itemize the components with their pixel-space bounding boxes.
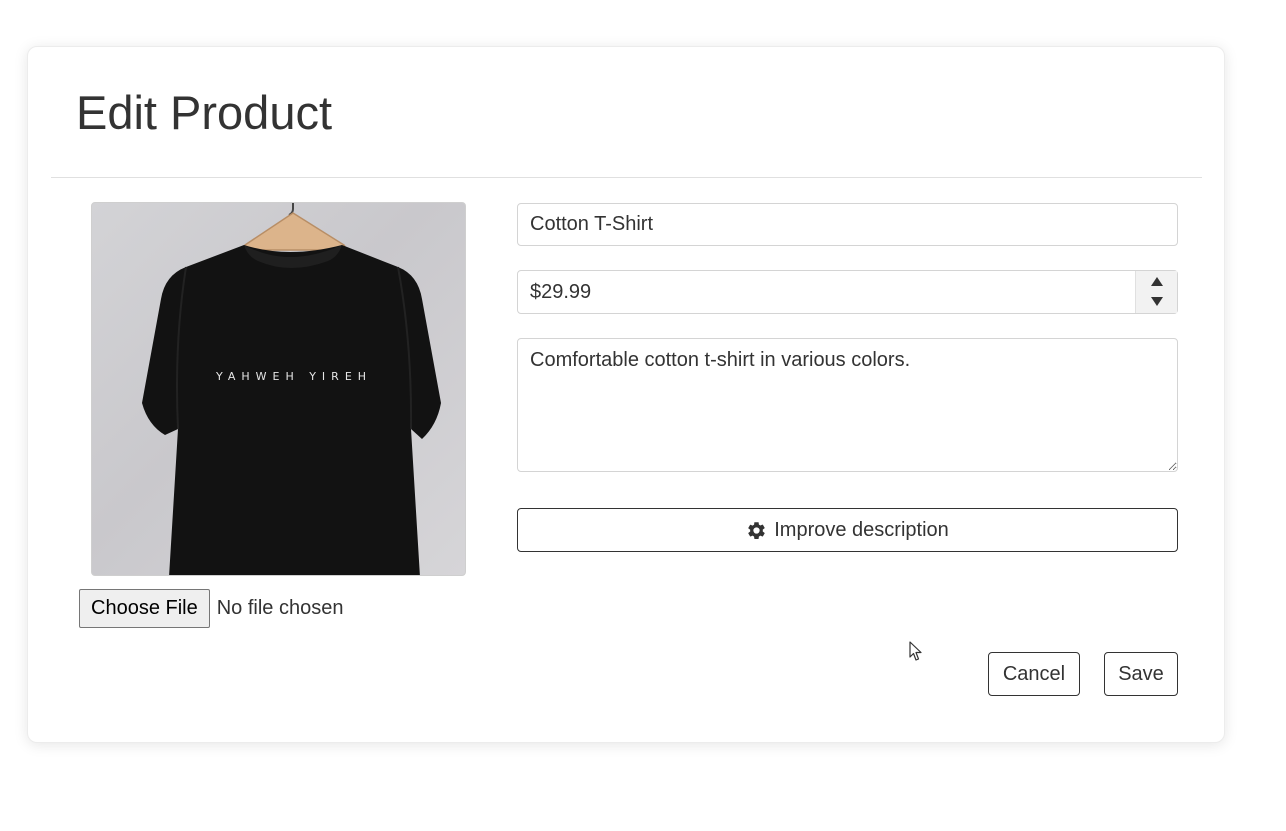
product-name-input[interactable] — [517, 203, 1178, 246]
title-divider — [51, 177, 1202, 178]
price-value: $29.99 — [530, 281, 592, 303]
mouse-cursor-icon — [909, 641, 922, 661]
page-title: Edit Product — [76, 86, 333, 139]
choose-file-button[interactable]: Choose File — [79, 589, 210, 628]
price-spinner[interactable] — [1135, 271, 1177, 313]
price-input[interactable]: $29.99 — [517, 270, 1178, 314]
spinner-down-icon[interactable] — [1151, 297, 1163, 306]
file-input[interactable]: Choose File No file chosen — [79, 589, 343, 628]
improve-description-label: Improve description — [774, 518, 949, 541]
file-status-text: No file chosen — [216, 597, 344, 619]
improve-description-button[interactable]: Improve description — [517, 508, 1178, 552]
cancel-button[interactable]: Cancel — [988, 652, 1080, 696]
gear-icon — [748, 521, 765, 539]
edit-product-dialog: Edit Product YAHWEH YIREH Choose File No… — [27, 46, 1225, 743]
product-image: YAHWEH YIREH — [91, 202, 466, 576]
description-textarea[interactable]: Comfortable cotton t-shirt in various co… — [517, 338, 1178, 472]
shirt-print-text: YAHWEH YIREH — [215, 370, 372, 383]
spinner-up-icon[interactable] — [1151, 277, 1163, 286]
save-button[interactable]: Save — [1104, 652, 1178, 696]
